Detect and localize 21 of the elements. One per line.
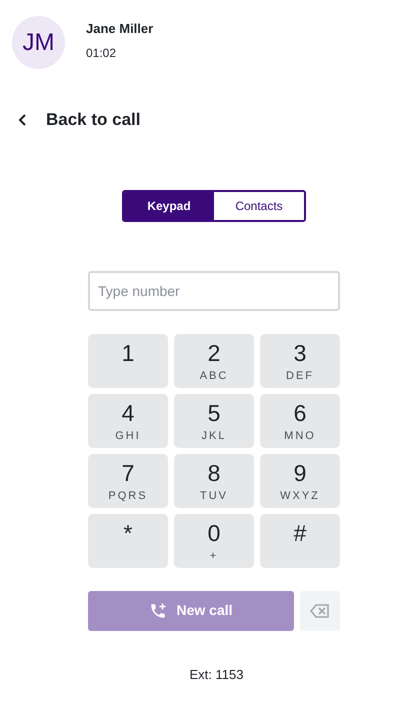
keypad-key[interactable]: * [88, 514, 168, 568]
keypad-key[interactable]: 9 WXYZ [260, 454, 340, 508]
keypad-key[interactable]: 8 TUV [174, 454, 254, 508]
avatar: JM [12, 16, 65, 69]
keypad-key[interactable]: 3 DEF [260, 334, 340, 388]
tab[interactable]: Keypad [124, 192, 214, 220]
keypad-key[interactable]: 4 GHI [88, 394, 168, 448]
keypad-key[interactable]: 0 + [174, 514, 254, 568]
back-button[interactable]: Back to call [17, 107, 140, 132]
caller-name: Jane Miller [86, 20, 154, 38]
keypad-key[interactable]: 2 ABC [174, 334, 254, 388]
number-field[interactable]: Type number [88, 270, 340, 310]
keypad-key[interactable]: 5 JKL [174, 394, 254, 448]
call-duration: 01:02 [86, 44, 118, 62]
keypad-key[interactable]: # [260, 514, 340, 568]
keypad-key[interactable]: 7 PQRS [88, 454, 168, 508]
extension-text: Ext: 1153 [190, 666, 244, 684]
keypad-key[interactable]: 1 [88, 334, 168, 388]
keypad-key[interactable]: 6 MNO [260, 394, 340, 448]
backspace-icon [310, 604, 330, 618]
phone-plus-icon [149, 602, 168, 620]
